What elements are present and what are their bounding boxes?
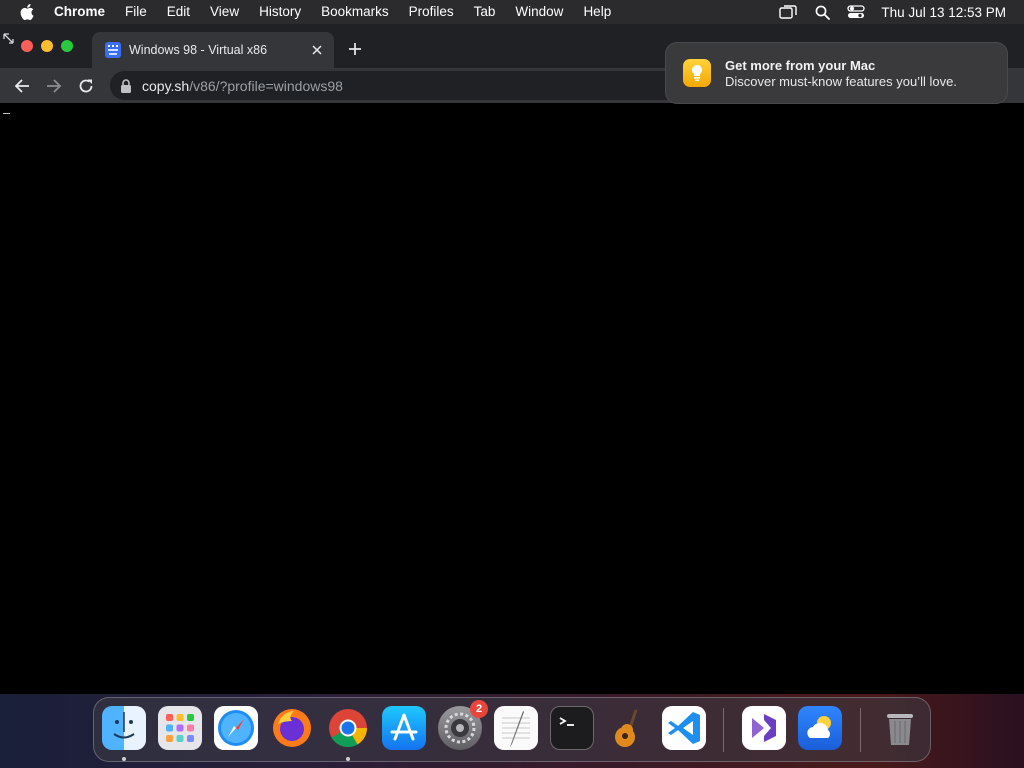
trash-icon[interactable] xyxy=(878,706,922,750)
url-host: copy.sh xyxy=(142,77,190,94)
tab-title: Windows 98 - Virtual x86 xyxy=(129,43,268,57)
menu-profiles[interactable]: Profiles xyxy=(399,0,464,24)
menu-history[interactable]: History xyxy=(249,0,311,24)
chrome-icon[interactable] xyxy=(326,706,370,750)
forward-button[interactable] xyxy=(41,73,67,99)
apple-menu-icon[interactable] xyxy=(16,0,38,24)
chrome-running-indicator xyxy=(346,757,350,761)
menu-window[interactable]: Window xyxy=(505,0,573,24)
finder-icon[interactable] xyxy=(102,706,146,750)
chrome-window: Windows 98 - Virtual x86 copy.sh/v86/?pr… xyxy=(0,24,1024,694)
lock-icon[interactable] xyxy=(120,78,132,93)
window-minimize-button[interactable] xyxy=(41,40,53,52)
tab-close-icon[interactable] xyxy=(308,41,326,59)
window-zoom-button[interactable] xyxy=(61,40,73,52)
app-store-icon[interactable] xyxy=(382,706,426,750)
notification-body: Discover must-know features you’ll love. xyxy=(725,73,957,89)
system-settings-icon[interactable]: 2 xyxy=(438,700,488,750)
tips-lightbulb-icon xyxy=(683,59,711,87)
menu-view[interactable]: View xyxy=(200,0,249,24)
menu-edit[interactable]: Edit xyxy=(157,0,200,24)
notification-title: Get more from your Mac xyxy=(725,57,876,73)
emulator-screen[interactable] xyxy=(0,103,1024,694)
menu-bar: Chrome File Edit View History Bookmarks … xyxy=(0,0,1024,24)
back-button[interactable] xyxy=(9,73,35,99)
reload-button[interactable] xyxy=(73,73,99,99)
new-tab-button[interactable] xyxy=(344,38,366,60)
garageband-icon[interactable] xyxy=(606,706,650,750)
safari-icon[interactable] xyxy=(214,706,258,750)
menu-app-chrome[interactable]: Chrome xyxy=(44,0,115,24)
tab-windows98[interactable]: Windows 98 - Virtual x86 xyxy=(92,32,334,68)
menu-help[interactable]: Help xyxy=(573,0,621,24)
notification-banner[interactable]: Get more from your Mac Discover must-kno… xyxy=(665,42,1008,104)
launchpad-icon[interactable] xyxy=(158,706,202,750)
system-settings-badge: 2 xyxy=(470,700,488,718)
menu-bookmarks[interactable]: Bookmarks xyxy=(311,0,399,24)
dock: 2 xyxy=(93,697,931,762)
window-close-button[interactable] xyxy=(21,40,33,52)
menu-file[interactable]: File xyxy=(115,0,157,24)
address-url[interactable]: copy.sh/v86/?profile=windows98 xyxy=(142,78,343,94)
weather-icon[interactable] xyxy=(798,706,842,750)
spotlight-search-icon[interactable] xyxy=(805,0,839,24)
resize-arrow-icon xyxy=(3,32,15,44)
url-path: /v86/?profile=windows98 xyxy=(189,77,343,94)
screen-mirroring-icon[interactable] xyxy=(771,0,805,24)
control-center-icon[interactable] xyxy=(839,0,873,24)
finder-running-indicator xyxy=(122,757,126,761)
dock-separator xyxy=(860,708,861,752)
dock-separator xyxy=(723,708,724,752)
visual-studio-icon[interactable] xyxy=(742,706,786,750)
menu-tab[interactable]: Tab xyxy=(464,0,506,24)
v86-favicon-icon xyxy=(105,42,121,58)
terminal-icon[interactable] xyxy=(550,706,594,750)
firefox-icon[interactable] xyxy=(270,706,314,750)
vscode-icon[interactable] xyxy=(662,706,706,750)
address-bar[interactable]: copy.sh/v86/?profile=windows98 xyxy=(110,71,730,100)
menu-bar-clock[interactable]: Thu Jul 13 12:53 PM xyxy=(873,5,1024,20)
textedit-icon[interactable] xyxy=(494,706,538,750)
text-cursor xyxy=(3,113,10,114)
